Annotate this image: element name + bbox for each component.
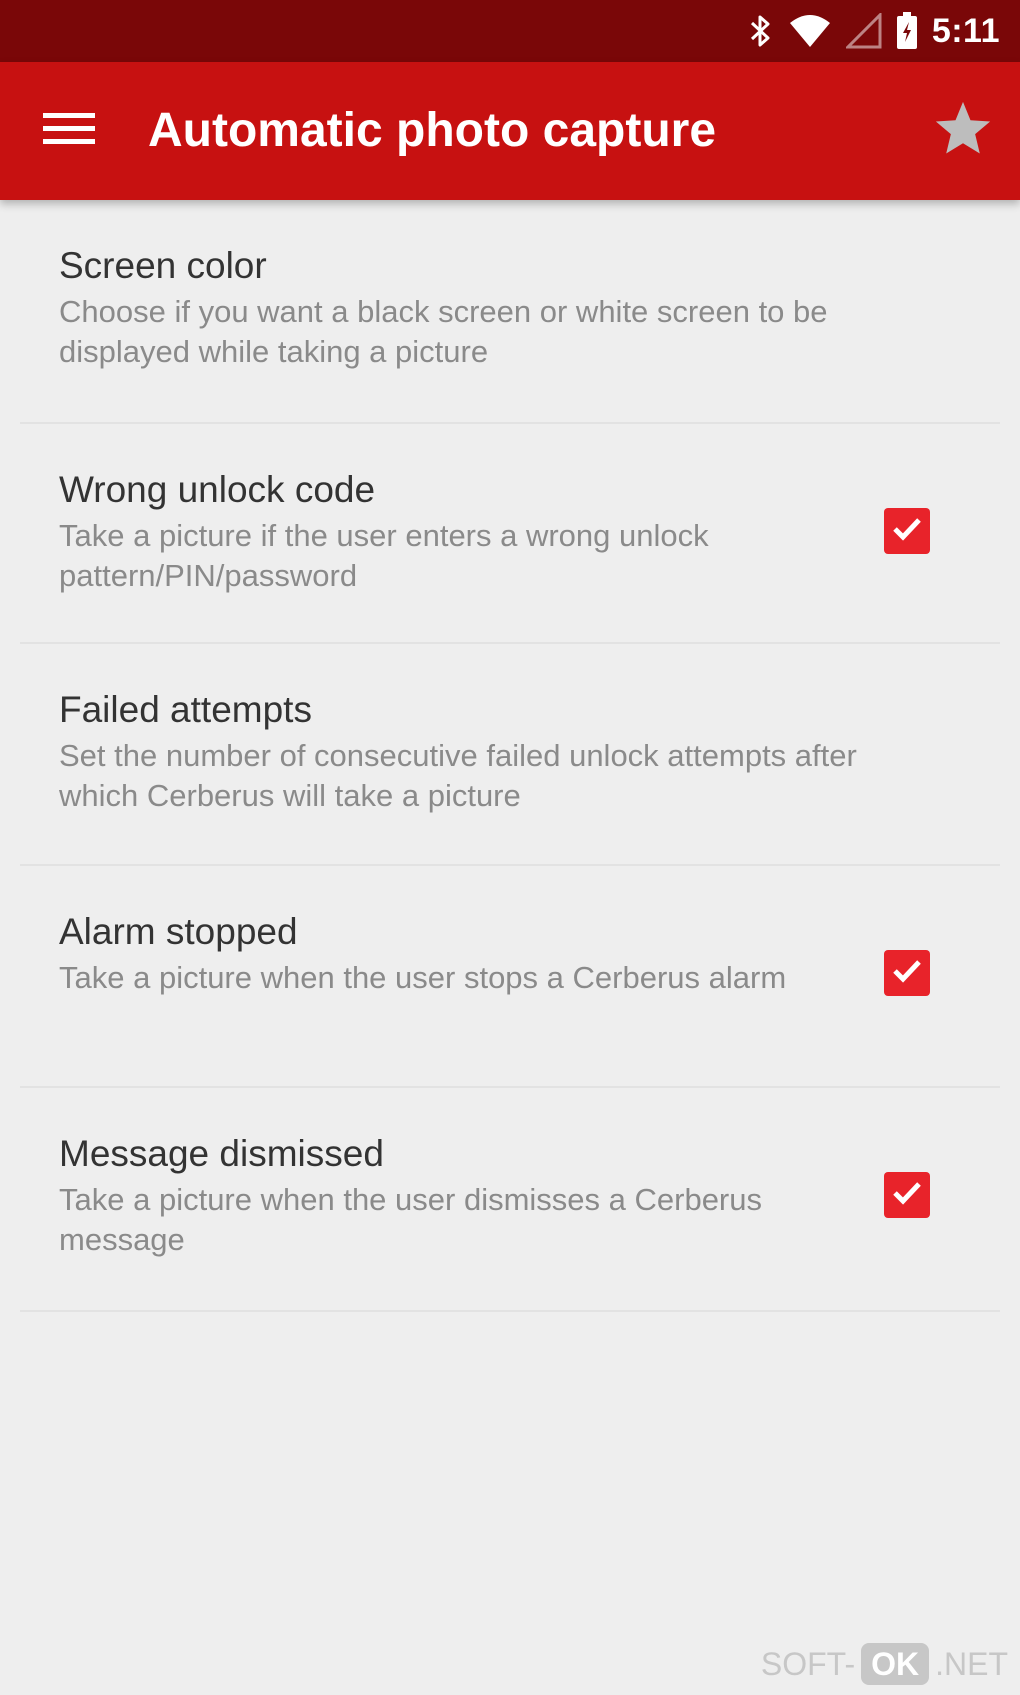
checkmark-icon xyxy=(891,1179,923,1212)
setting-title: Wrong unlock code xyxy=(59,469,376,510)
setting-title: Screen color xyxy=(59,245,267,286)
wrong-unlock-code-checkbox[interactable] xyxy=(884,508,930,554)
watermark: SOFT- OK .NET xyxy=(761,1643,1008,1685)
page-title: Automatic photo capture xyxy=(148,104,717,157)
setting-description: Set the number of consecutive failed unl… xyxy=(59,738,857,813)
status-time: 5:11 xyxy=(931,11,1000,50)
cell-signal-icon xyxy=(845,13,882,49)
message-dismissed-checkbox[interactable] xyxy=(884,1172,930,1218)
app-bar: Automatic photo capture xyxy=(0,62,1020,200)
setting-wrong-unlock-code[interactable]: Wrong unlock code Take a picture if the … xyxy=(20,424,1000,644)
alarm-stopped-checkbox[interactable] xyxy=(884,950,930,996)
bluetooth-icon xyxy=(748,13,774,49)
battery-icon xyxy=(896,12,918,50)
setting-description: Choose if you want a black screen or whi… xyxy=(59,294,828,369)
hamburger-menu-icon xyxy=(43,109,95,154)
setting-title: Failed attempts xyxy=(59,689,312,730)
status-bar: 5:11 xyxy=(0,0,1020,62)
setting-title: Alarm stopped xyxy=(59,911,298,952)
checkmark-icon xyxy=(891,515,923,548)
watermark-left: SOFT- xyxy=(760,1645,856,1682)
star-icon xyxy=(932,99,994,164)
watermark-right: .NET xyxy=(935,1645,1008,1682)
setting-description: Take a picture when the user dismisses a… xyxy=(59,1182,762,1257)
setting-message-dismissed[interactable]: Message dismissed Take a picture when th… xyxy=(20,1088,1000,1312)
setting-description: Take a picture if the user enters a wron… xyxy=(59,518,709,593)
setting-screen-color[interactable]: Screen color Choose if you want a black … xyxy=(20,200,1000,424)
setting-failed-attempts[interactable]: Failed attempts Set the number of consec… xyxy=(20,644,1000,866)
settings-list: Screen color Choose if you want a black … xyxy=(20,200,1000,1312)
menu-button[interactable] xyxy=(34,98,104,164)
wifi-icon xyxy=(788,13,832,49)
setting-alarm-stopped[interactable]: Alarm stopped Take a picture when the us… xyxy=(20,866,1000,1088)
setting-title: Message dismissed xyxy=(59,1133,384,1174)
checkmark-icon xyxy=(891,957,923,990)
setting-description: Take a picture when the user stops a Cer… xyxy=(59,960,787,995)
watermark-badge: OK xyxy=(861,1643,930,1685)
favorite-button[interactable] xyxy=(928,96,998,166)
